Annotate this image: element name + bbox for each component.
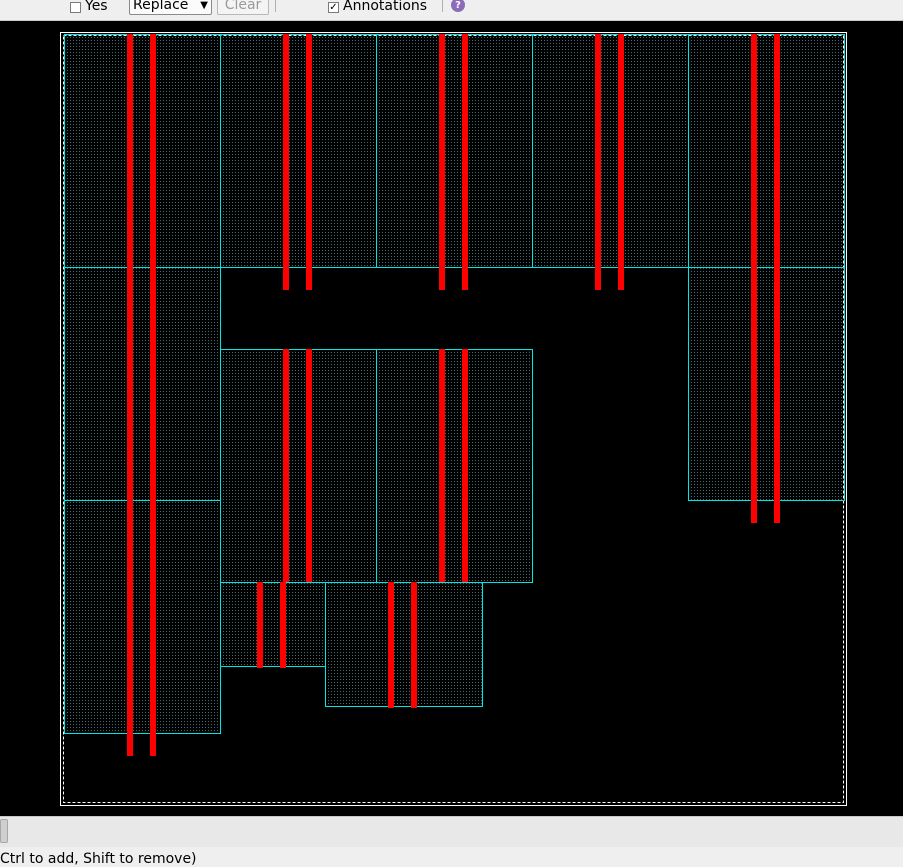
power-rail[interactable] — [283, 34, 289, 290]
power-rail[interactable] — [751, 34, 757, 523]
power-rail[interactable] — [439, 34, 445, 290]
layout-cell[interactable] — [64, 500, 221, 734]
annotations-label: Annotations — [343, 0, 428, 14]
mode-select-value: Replace — [133, 0, 189, 13]
annotations-checkbox[interactable]: ✓ — [328, 1, 339, 13]
power-rail[interactable] — [462, 34, 468, 290]
power-rail[interactable] — [774, 34, 780, 523]
power-rail[interactable] — [280, 582, 286, 668]
layout-cell[interactable] — [64, 267, 221, 501]
power-rail[interactable] — [283, 349, 289, 582]
toolbar-separator — [442, 0, 443, 12]
layout-cell[interactable] — [688, 34, 845, 268]
yes-toggle[interactable]: Yes — [70, 0, 108, 15]
power-rail[interactable] — [127, 34, 133, 756]
layout-drawing — [60, 32, 847, 806]
power-rail[interactable] — [439, 349, 445, 582]
layout-cell[interactable] — [376, 349, 533, 583]
power-rail[interactable] — [257, 582, 263, 668]
help-icon[interactable]: ? — [451, 0, 465, 12]
yes-checkbox[interactable] — [70, 1, 81, 13]
power-rail[interactable] — [306, 34, 312, 290]
layout-canvas[interactable] — [0, 21, 903, 816]
power-rail[interactable] — [388, 582, 394, 708]
clear-button[interactable]: Clear — [217, 0, 269, 15]
power-rail[interactable] — [618, 34, 624, 290]
power-rail[interactable] — [411, 582, 417, 708]
layout-cell[interactable] — [220, 582, 326, 667]
horizontal-scrollbar[interactable] — [0, 816, 903, 847]
toolbar: Yes Replace ▼ Clear ✓ Annotations ? — [0, 0, 903, 21]
power-rail[interactable] — [306, 349, 312, 582]
cell-group — [64, 34, 845, 734]
layout-cell[interactable] — [64, 34, 221, 268]
annotations-toggle[interactable]: ✓ Annotations — [328, 0, 427, 15]
layout-cell[interactable] — [220, 34, 377, 268]
yes-label: Yes — [85, 0, 108, 14]
power-rail[interactable] — [150, 34, 156, 756]
layout-cell[interactable] — [325, 582, 483, 707]
layout-cell[interactable] — [376, 34, 533, 268]
power-rail[interactable] — [595, 34, 601, 290]
scrollbar-thumb[interactable] — [0, 819, 8, 843]
toolbar-separator — [275, 0, 276, 12]
mode-select[interactable]: Replace ▼ — [129, 0, 212, 15]
layout-cell[interactable] — [532, 34, 689, 268]
status-message: Ctrl to add, Shift to remove) — [0, 851, 197, 867]
dropdown-arrow-icon: ▼ — [200, 0, 208, 11]
layout-cell[interactable] — [220, 349, 377, 583]
power-rail[interactable] — [462, 349, 468, 582]
layout-cell[interactable] — [688, 267, 845, 501]
